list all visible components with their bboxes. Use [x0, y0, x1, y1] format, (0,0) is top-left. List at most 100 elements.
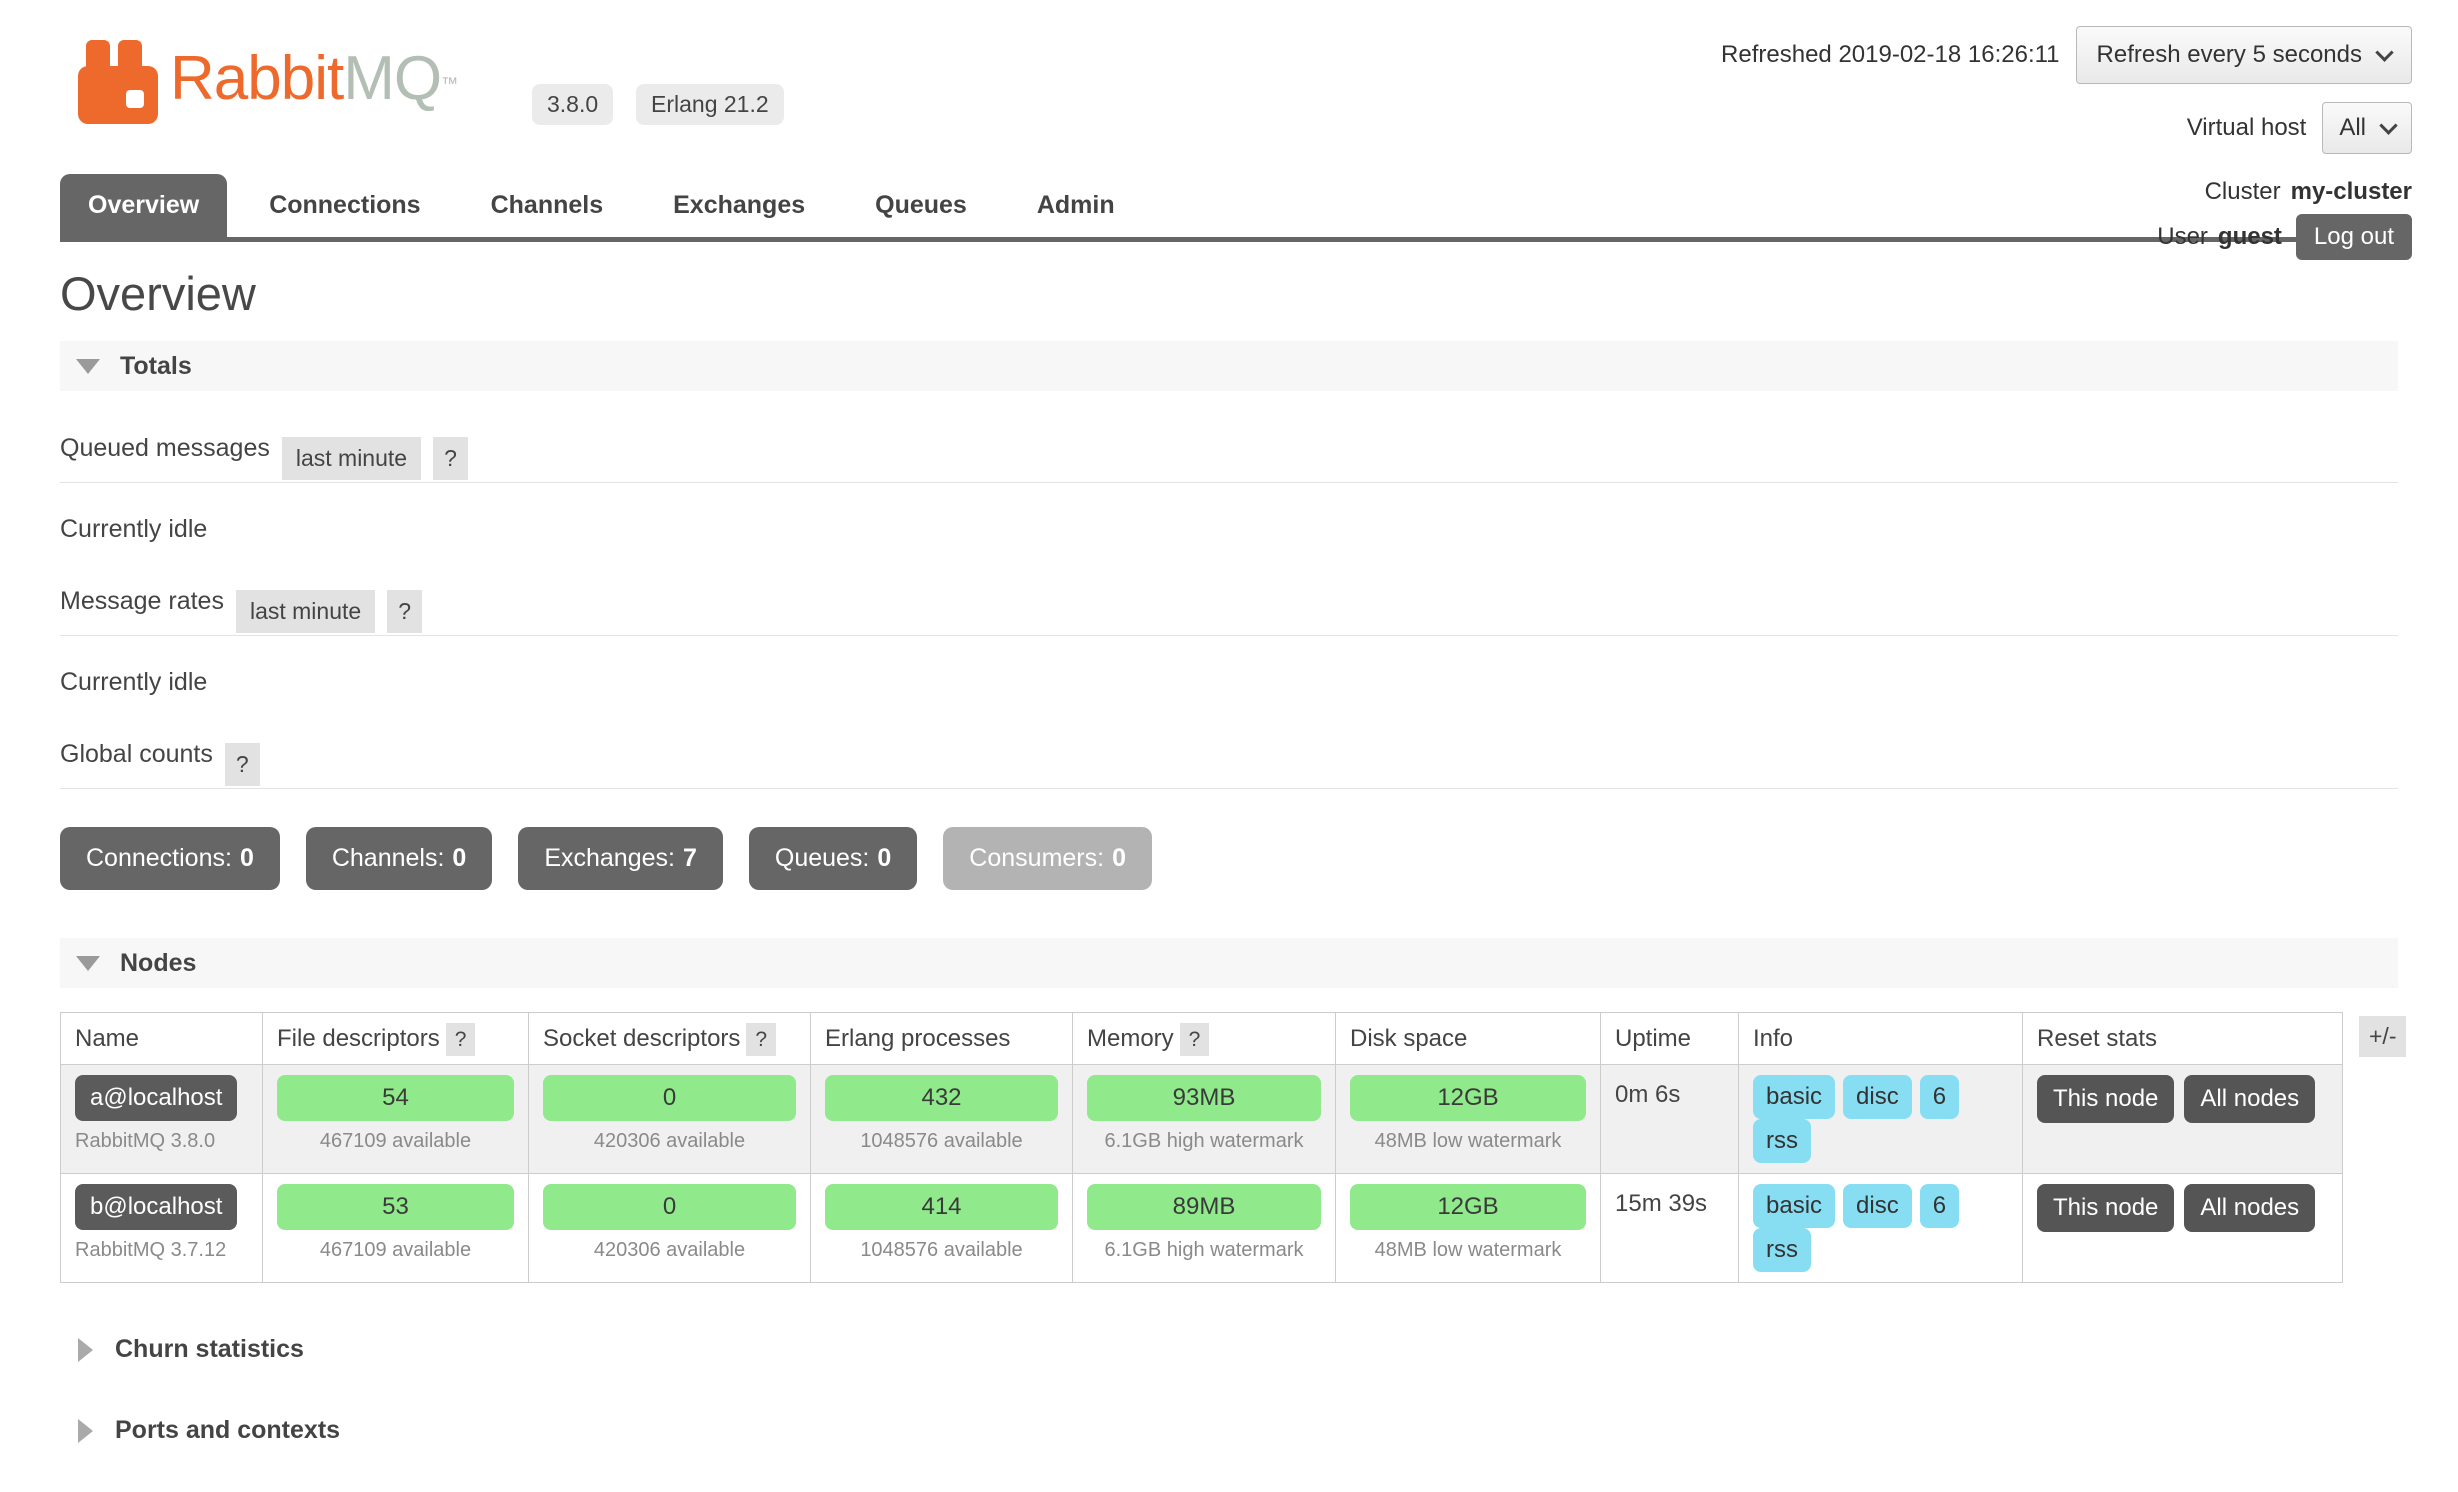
consumers-count-label: Consumers:: [969, 844, 1104, 872]
node-name-link[interactable]: b@localhost: [75, 1184, 237, 1230]
queues-count-button[interactable]: Queues:0: [749, 827, 917, 890]
queued-help-icon[interactable]: ?: [433, 437, 468, 480]
logo-trademark: ™: [441, 74, 457, 93]
global-counts-heading: Global counts ?: [60, 733, 2398, 789]
node-version: RabbitMQ 3.8.0: [75, 1130, 248, 1153]
collapse-triangle-icon: [76, 359, 100, 374]
refresh-interval-value: Refresh every 5 seconds: [2097, 41, 2362, 69]
col-info: Info: [1739, 1013, 2023, 1065]
rates-help-icon[interactable]: ?: [387, 590, 422, 633]
file-descriptors-available: 467109 available: [277, 1239, 514, 1262]
rabbitmq-logo-text: RabbitMQ™: [170, 34, 457, 124]
queued-messages-label: Queued messages: [60, 434, 270, 463]
virtual-host-value: All: [2339, 114, 2366, 142]
nodes-table-header-row: Name File descriptors? Socket descriptor…: [61, 1013, 2343, 1065]
refresh-interval-select[interactable]: Refresh every 5 seconds: [2076, 26, 2412, 84]
virtual-host-select[interactable]: All: [2322, 102, 2412, 154]
col-erlang-processes: Erlang processes: [811, 1013, 1073, 1065]
nodes-section-title: Nodes: [120, 949, 196, 978]
connections-count-value: 0: [240, 844, 254, 872]
message-rates-label: Message rates: [60, 587, 224, 616]
totals-section-title: Totals: [120, 352, 192, 381]
connections-count-button[interactable]: Connections:0: [60, 827, 280, 890]
rabbitmq-logo[interactable]: RabbitMQ™: [78, 34, 457, 124]
uptime-value: 15m 39s: [1601, 1174, 1739, 1283]
ports-and-contexts-label: Ports and contexts: [115, 1416, 340, 1445]
memory-value: 89MB: [1087, 1184, 1321, 1230]
memory-value: 93MB: [1087, 1075, 1321, 1121]
channels-count-label: Channels:: [332, 844, 445, 872]
socket-descriptors-value: 0: [543, 1184, 796, 1230]
message-rates-heading: Message rates last minute ?: [60, 580, 2398, 636]
consumers-count-button[interactable]: Consumers: 0: [943, 827, 1152, 890]
channels-count-button[interactable]: Channels:0: [306, 827, 492, 890]
reset-all-nodes-button[interactable]: All nodes: [2184, 1075, 2315, 1123]
logout-button[interactable]: Log out: [2296, 214, 2412, 260]
global-counts-label: Global counts: [60, 740, 213, 769]
global-counts-help-icon[interactable]: ?: [225, 743, 260, 786]
nodes-table: Name File descriptors? Socket descriptor…: [60, 1012, 2343, 1283]
message-rates-status: Currently idle: [60, 668, 2398, 697]
tab-exchanges[interactable]: Exchanges: [645, 174, 833, 237]
nodes-section-header[interactable]: Nodes: [60, 938, 2398, 988]
virtual-host-label: Virtual host: [2187, 114, 2307, 142]
queued-messages-heading: Queued messages last minute ?: [60, 427, 2398, 483]
socket-descriptors-available: 420306 available: [543, 1239, 796, 1262]
ports-and-contexts-section[interactable]: Ports and contexts: [78, 1416, 2398, 1445]
refreshed-timestamp: Refreshed 2019-02-18 16:26:11: [1721, 41, 2059, 69]
tab-overview[interactable]: Overview: [60, 174, 227, 237]
reset-this-node-button[interactable]: This node: [2037, 1075, 2174, 1123]
exchanges-count-label: Exchanges:: [544, 844, 675, 872]
col-memory: Memory?: [1073, 1013, 1336, 1065]
reset-this-node-button[interactable]: This node: [2037, 1184, 2174, 1232]
global-counts-row: Connections:0 Channels:0 Exchanges:7 Que…: [60, 827, 2398, 890]
tab-connections[interactable]: Connections: [241, 174, 448, 237]
file-descriptors-value: 54: [277, 1075, 514, 1121]
logo-rabbit-text: Rabbit: [170, 44, 343, 113]
file-descriptors-available: 467109 available: [277, 1130, 514, 1153]
chevron-down-icon: [2379, 116, 2397, 134]
tab-queues[interactable]: Queues: [847, 174, 995, 237]
erlang-processes-available: 1048576 available: [825, 1239, 1058, 1262]
node-version: RabbitMQ 3.7.12: [75, 1239, 248, 1262]
memory-help-icon[interactable]: ?: [1180, 1023, 1210, 1056]
queued-rate-mode-badge[interactable]: last minute: [282, 437, 421, 480]
cluster-label: Cluster: [2205, 178, 2281, 206]
file-descriptors-help-icon[interactable]: ?: [446, 1023, 476, 1056]
rates-rate-mode-badge[interactable]: last minute: [236, 590, 375, 633]
col-name: Name: [61, 1013, 263, 1065]
memory-watermark: 6.1GB high watermark: [1087, 1239, 1321, 1262]
col-socket-descriptors: Socket descriptors?: [529, 1013, 811, 1065]
totals-section-header[interactable]: Totals: [60, 341, 2398, 391]
channels-count-value: 0: [452, 844, 466, 872]
churn-statistics-section[interactable]: Churn statistics: [78, 1335, 2398, 1364]
column-toggle-button[interactable]: +/-: [2359, 1016, 2406, 1057]
expand-triangle-icon: [78, 1338, 93, 1362]
erlang-processes-available: 1048576 available: [825, 1130, 1058, 1153]
exchanges-count-value: 7: [683, 844, 697, 872]
uptime-value: 0m 6s: [1601, 1065, 1739, 1174]
chevron-down-icon: [2375, 43, 2393, 61]
info-badge-disc: disc: [1843, 1184, 1912, 1228]
expand-triangle-icon: [78, 1419, 93, 1443]
disk-watermark: 48MB low watermark: [1350, 1130, 1586, 1153]
info-badge-disc: disc: [1843, 1075, 1912, 1119]
main-content: Overview Totals Queued messages last min…: [60, 266, 2398, 1492]
header-right: Refreshed 2019-02-18 16:26:11 Refresh ev…: [1721, 26, 2412, 260]
erlang-version-badge: Erlang 21.2: [636, 84, 784, 125]
node-name-link[interactable]: a@localhost: [75, 1075, 237, 1121]
tab-channels[interactable]: Channels: [463, 174, 632, 237]
reset-all-nodes-button[interactable]: All nodes: [2184, 1184, 2315, 1232]
node-row-a: a@localhost RabbitMQ 3.8.0 54 467109 ava…: [61, 1065, 2343, 1174]
tab-admin[interactable]: Admin: [1009, 174, 1143, 237]
info-badge-plugins-count: 6: [1920, 1075, 1959, 1119]
col-uptime: Uptime: [1601, 1013, 1739, 1065]
node-row-b: b@localhost RabbitMQ 3.7.12 53 467109 av…: [61, 1174, 2343, 1283]
consumers-count-value: 0: [1112, 844, 1126, 872]
exchanges-count-button[interactable]: Exchanges: 7: [518, 827, 723, 890]
version-badge: 3.8.0: [532, 84, 613, 125]
socket-descriptors-help-icon[interactable]: ?: [746, 1023, 776, 1056]
queued-messages-status: Currently idle: [60, 515, 2398, 544]
col-disk-space: Disk space: [1336, 1013, 1601, 1065]
disk-space-value: 12GB: [1350, 1075, 1586, 1121]
